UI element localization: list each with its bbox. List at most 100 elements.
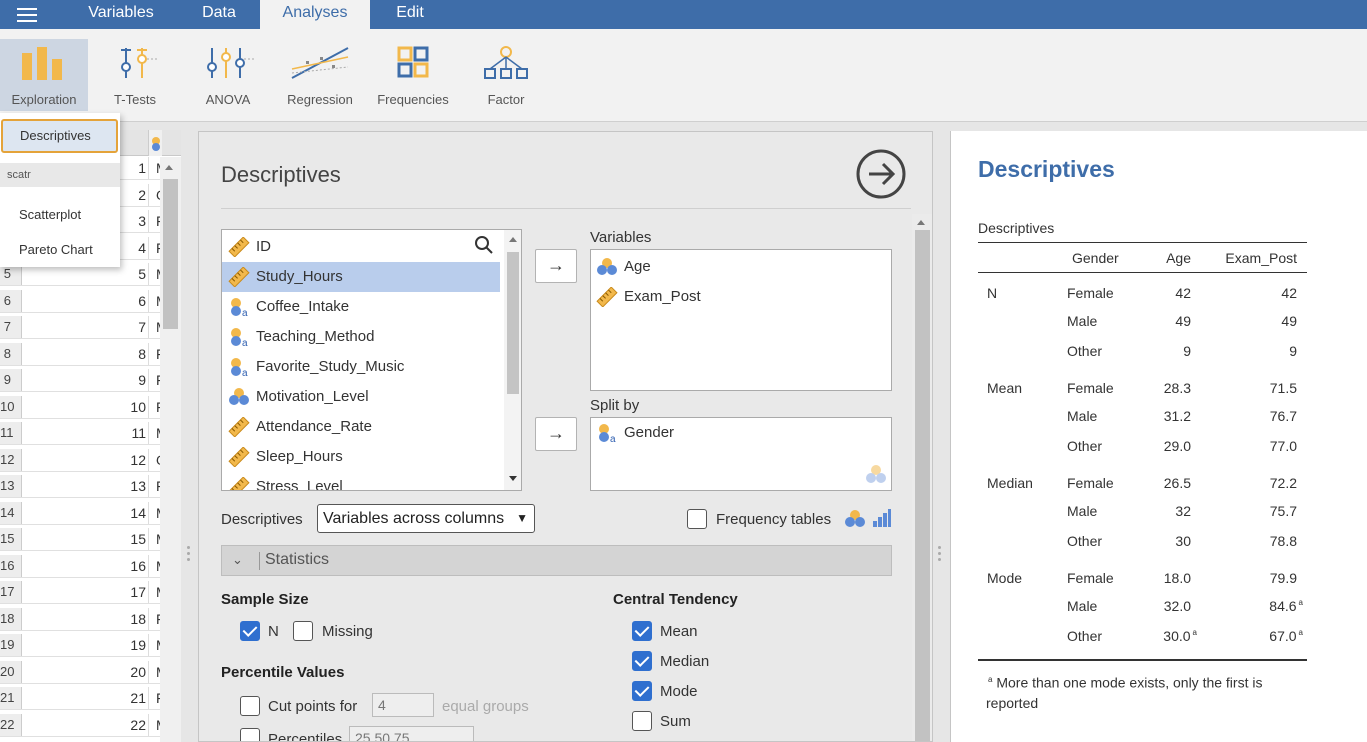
- table-row[interactable]: 1919M: [0, 634, 160, 657]
- cell-gender[interactable]: F: [148, 475, 160, 497]
- cell-gender[interactable]: O: [148, 183, 160, 206]
- row-number[interactable]: 9: [0, 369, 22, 391]
- row-number[interactable]: 8: [0, 342, 22, 365]
- scrollbar-thumb[interactable]: [163, 179, 178, 329]
- n-checkbox[interactable]: [240, 621, 260, 641]
- row-number[interactable]: 21: [0, 687, 22, 709]
- row-number[interactable]: 13: [0, 475, 22, 497]
- tab-edit[interactable]: Edit: [370, 0, 450, 29]
- cell-id[interactable]: 11: [22, 422, 146, 444]
- cell-id[interactable]: 22: [22, 714, 146, 736]
- spreadsheet-scrollbar[interactable]: [160, 157, 181, 742]
- cell-gender[interactable]: M: [148, 713, 160, 736]
- cell-gender[interactable]: F: [148, 210, 160, 232]
- move-to-splitby-button[interactable]: →: [535, 417, 577, 451]
- ttests-button[interactable]: T-Tests: [91, 39, 179, 111]
- column-header[interactable]: [148, 130, 162, 156]
- cell-gender[interactable]: F: [148, 342, 160, 365]
- tab-variables[interactable]: Variables: [62, 0, 180, 29]
- cell-gender[interactable]: M: [148, 660, 160, 683]
- row-number[interactable]: 7: [0, 316, 22, 338]
- table-row[interactable]: 66M: [0, 289, 160, 313]
- scroll-down-icon[interactable]: [509, 476, 517, 481]
- tab-analyses[interactable]: Analyses: [260, 0, 370, 29]
- median-checkbox[interactable]: [632, 651, 652, 671]
- table-row[interactable]: 2222M: [0, 713, 160, 737]
- cut-points-input[interactable]: 4: [372, 693, 434, 717]
- row-number[interactable]: 19: [0, 634, 22, 656]
- variable-list-item[interactable]: Stress_Level: [222, 472, 500, 490]
- cell-gender[interactable]: M: [148, 501, 160, 524]
- cell-gender[interactable]: M: [148, 316, 160, 338]
- cell-gender[interactable]: M: [148, 554, 160, 577]
- source-variable-list[interactable]: ID Study_Hours a Coffee_Intake a Teaching_Met…: [221, 229, 522, 491]
- row-number[interactable]: 15: [0, 528, 22, 550]
- target-variable-age[interactable]: Age: [596, 253, 651, 281]
- frequencies-button[interactable]: Frequencies: [369, 39, 457, 111]
- menu-item-pareto-chart[interactable]: Pareto Chart: [19, 242, 93, 257]
- cell-id[interactable]: 14: [22, 502, 146, 524]
- resize-handle-right[interactable]: [938, 546, 942, 564]
- row-number[interactable]: 12: [0, 448, 22, 471]
- statistics-section-header[interactable]: ⌄ Statistics: [221, 545, 892, 576]
- variable-list-item[interactable]: a Teaching_Method: [222, 322, 500, 352]
- cell-gender[interactable]: M: [148, 581, 160, 603]
- regression-button[interactable]: Regression: [276, 39, 364, 111]
- sum-checkbox[interactable]: [632, 711, 652, 731]
- mean-checkbox[interactable]: [632, 621, 652, 641]
- factor-button[interactable]: Factor: [462, 39, 550, 111]
- variable-list-item[interactable]: Attendance_Rate: [222, 412, 500, 442]
- table-row[interactable]: 1515M: [0, 528, 160, 551]
- scroll-up-icon[interactable]: [165, 165, 173, 170]
- scrollbar-thumb[interactable]: [915, 230, 930, 741]
- cell-gender[interactable]: O: [148, 448, 160, 471]
- table-row[interactable]: 77M: [0, 316, 160, 339]
- cell-gender[interactable]: M: [148, 157, 160, 179]
- cell-gender[interactable]: F: [148, 236, 160, 259]
- menu-item-scatterplot[interactable]: Scatterplot: [19, 207, 81, 222]
- exploration-button[interactable]: Exploration: [0, 39, 88, 111]
- options-scrollbar[interactable]: [912, 214, 932, 741]
- cell-id[interactable]: 6: [22, 290, 146, 312]
- cell-gender[interactable]: F: [148, 687, 160, 709]
- variable-list-item[interactable]: ID: [222, 232, 500, 262]
- scroll-up-icon[interactable]: [917, 220, 925, 225]
- row-number[interactable]: 17: [0, 581, 22, 603]
- table-row[interactable]: 1111M: [0, 422, 160, 445]
- cell-id[interactable]: 16: [22, 555, 146, 577]
- scrollbar-thumb[interactable]: [507, 252, 519, 394]
- percentiles-input[interactable]: 25,50,75: [349, 726, 474, 741]
- cell-id[interactable]: 15: [22, 528, 146, 550]
- cell-id[interactable]: 12: [22, 449, 146, 471]
- cell-id[interactable]: 10: [22, 396, 146, 418]
- cell-gender[interactable]: M: [148, 634, 160, 656]
- row-number[interactable]: 22: [0, 713, 22, 736]
- cell-id[interactable]: 8: [22, 343, 146, 365]
- variable-list-item[interactable]: Study_Hours: [222, 262, 500, 292]
- row-number[interactable]: 11: [0, 422, 22, 444]
- cell-id[interactable]: 9: [22, 369, 146, 391]
- move-to-variables-button[interactable]: →: [535, 249, 577, 283]
- cell-id[interactable]: 21: [22, 687, 146, 709]
- target-variable-exam-post[interactable]: Exam_Post: [596, 283, 701, 311]
- variable-list-item[interactable]: Motivation_Level: [222, 382, 500, 412]
- cell-id[interactable]: 17: [22, 581, 146, 603]
- search-icon[interactable]: [474, 235, 494, 255]
- variable-list-item[interactable]: Sleep_Hours: [222, 442, 500, 472]
- cell-gender[interactable]: F: [148, 395, 160, 418]
- table-row[interactable]: 1818F: [0, 607, 160, 631]
- frequency-tables-checkbox[interactable]: [687, 509, 707, 529]
- cell-gender[interactable]: M: [148, 528, 160, 550]
- resize-handle-left[interactable]: [187, 546, 191, 564]
- variable-list-scrollbar[interactable]: [504, 230, 521, 490]
- row-number[interactable]: 6: [0, 289, 22, 312]
- cell-id[interactable]: 18: [22, 608, 146, 630]
- row-number[interactable]: 14: [0, 501, 22, 524]
- descriptives-layout-select[interactable]: Variables across columns ▼: [317, 504, 535, 533]
- cell-gender[interactable]: M: [148, 422, 160, 444]
- cell-id[interactable]: 7: [22, 316, 146, 338]
- row-number[interactable]: 16: [0, 554, 22, 577]
- scroll-up-icon[interactable]: [509, 237, 517, 242]
- table-row[interactable]: 99F: [0, 369, 160, 392]
- cell-gender[interactable]: M: [148, 263, 160, 285]
